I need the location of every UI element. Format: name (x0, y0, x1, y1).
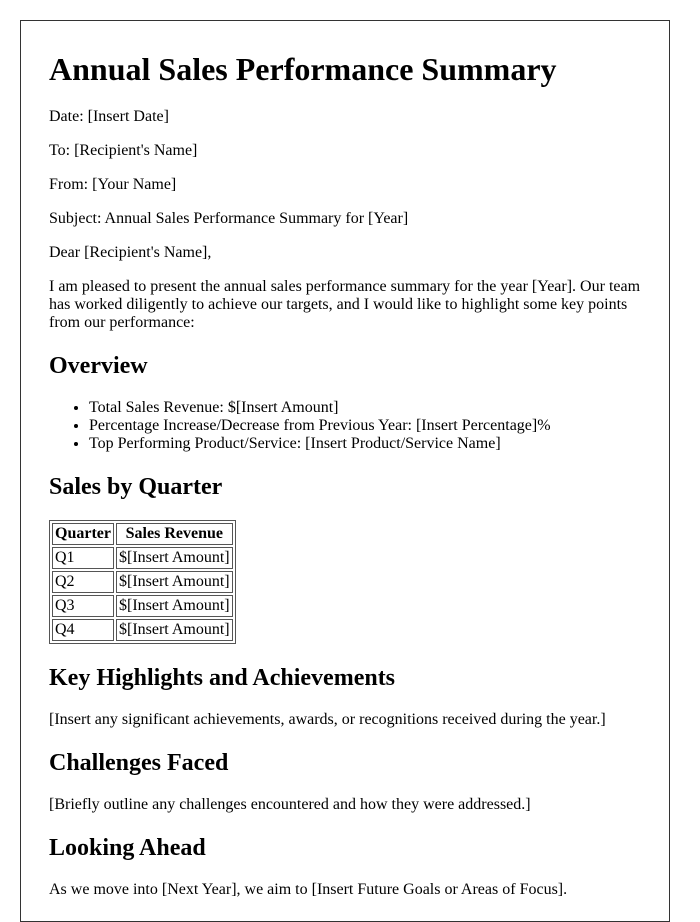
quarter-cell: Q4 (52, 619, 114, 641)
table-row: Q1 $[Insert Amount] (52, 547, 233, 569)
revenue-cell: $[Insert Amount] (115, 619, 233, 641)
challenges-heading: Challenges Faced (49, 750, 229, 776)
table-row: Q2 $[Insert Amount] (52, 571, 233, 593)
table-header-row: Quarter Sales Revenue (52, 523, 233, 545)
list-item: Top Performing Product/Service: [Insert … (89, 435, 649, 453)
document-title: Annual Sales Performance Summary (49, 51, 557, 87)
column-header: Quarter (52, 523, 114, 545)
date-line: Date: [Insert Date] (49, 108, 169, 125)
list-item: Total Sales Revenue: $[Insert Amount] (89, 399, 649, 417)
quarter-cell: Q2 (52, 571, 114, 593)
highlights-text: [Insert any significant achievements, aw… (49, 711, 606, 728)
subject-line: Subject: Annual Sales Performance Summar… (49, 210, 409, 227)
table-row: Q3 $[Insert Amount] (52, 595, 233, 617)
column-header: Sales Revenue (115, 523, 233, 545)
challenges-text: [Briefly outline any challenges encounte… (49, 796, 531, 813)
quarter-cell: Q1 (52, 547, 114, 569)
highlights-heading: Key Highlights and Achievements (49, 665, 396, 691)
greeting: Dear [Recipient's Name], (49, 244, 212, 261)
overview-list: Total Sales Revenue: $[Insert Amount] Pe… (49, 399, 649, 453)
intro-paragraph: I am pleased to present the annual sales… (49, 278, 641, 331)
revenue-cell: $[Insert Amount] (115, 547, 233, 569)
quarter-cell: Q3 (52, 595, 114, 617)
quarters-heading: Sales by Quarter (49, 474, 223, 500)
revenue-cell: $[Insert Amount] (115, 595, 233, 617)
revenue-cell: $[Insert Amount] (115, 571, 233, 593)
to-line: To: [Recipient's Name] (49, 142, 198, 159)
sales-by-quarter-table: Quarter Sales Revenue Q1 $[Insert Amount… (49, 520, 236, 644)
overview-heading: Overview (49, 353, 148, 379)
document-page: Annual Sales Performance Summary Date: [… (20, 20, 670, 922)
table-row: Q4 $[Insert Amount] (52, 619, 233, 641)
looking-ahead-heading: Looking Ahead (49, 835, 206, 861)
from-line: From: [Your Name] (49, 176, 177, 193)
looking-ahead-text: As we move into [Next Year], we aim to [… (49, 881, 568, 898)
list-item: Percentage Increase/Decrease from Previo… (89, 417, 649, 435)
